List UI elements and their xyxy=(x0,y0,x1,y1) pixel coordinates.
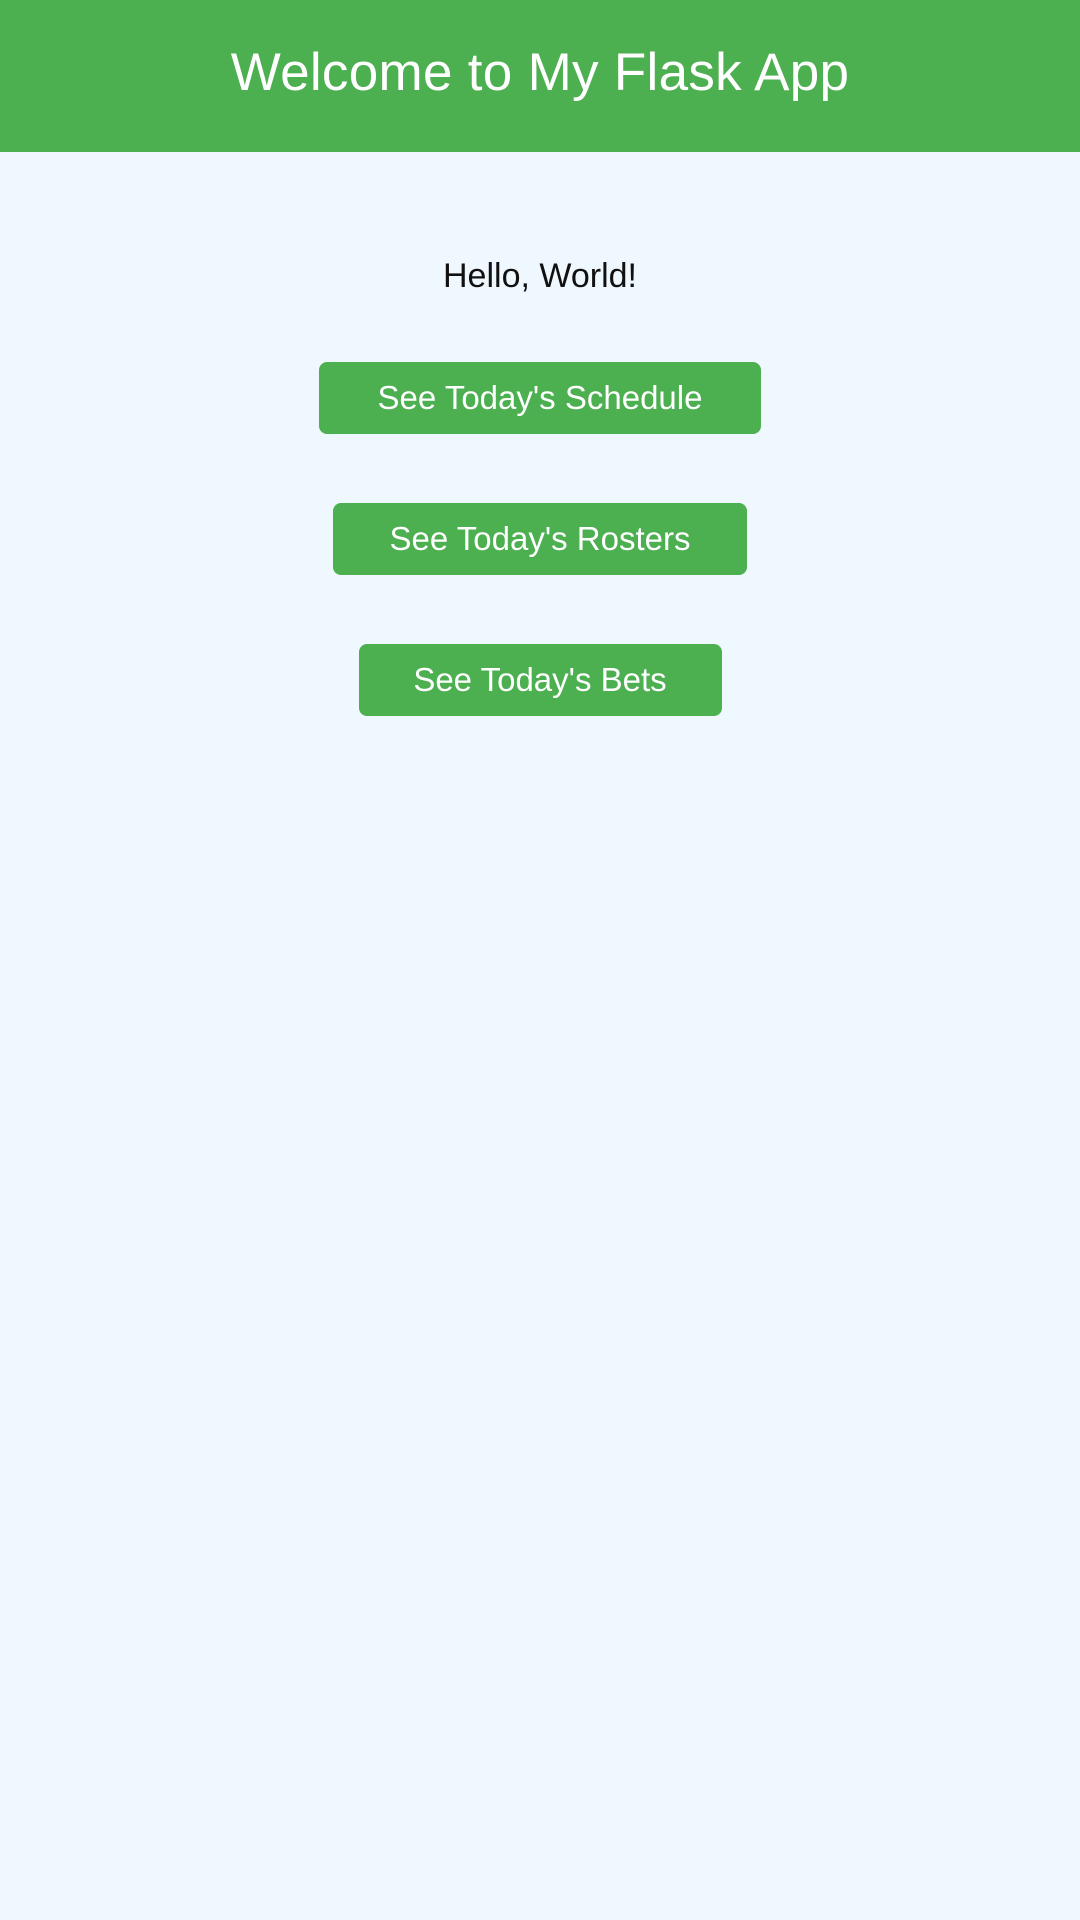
page-title: Welcome to My Flask App xyxy=(230,42,850,102)
greeting-text: Hello, World! xyxy=(443,257,637,295)
see-bets-button[interactable]: See Today's Bets xyxy=(358,644,722,716)
see-rosters-button[interactable]: See Today's Rosters xyxy=(333,503,747,575)
app-header: Welcome to My Flask App xyxy=(0,0,1080,152)
see-schedule-button[interactable]: See Today's Schedule xyxy=(319,362,761,434)
main-content: Hello, World! See Today's Schedule See T… xyxy=(0,152,1080,716)
